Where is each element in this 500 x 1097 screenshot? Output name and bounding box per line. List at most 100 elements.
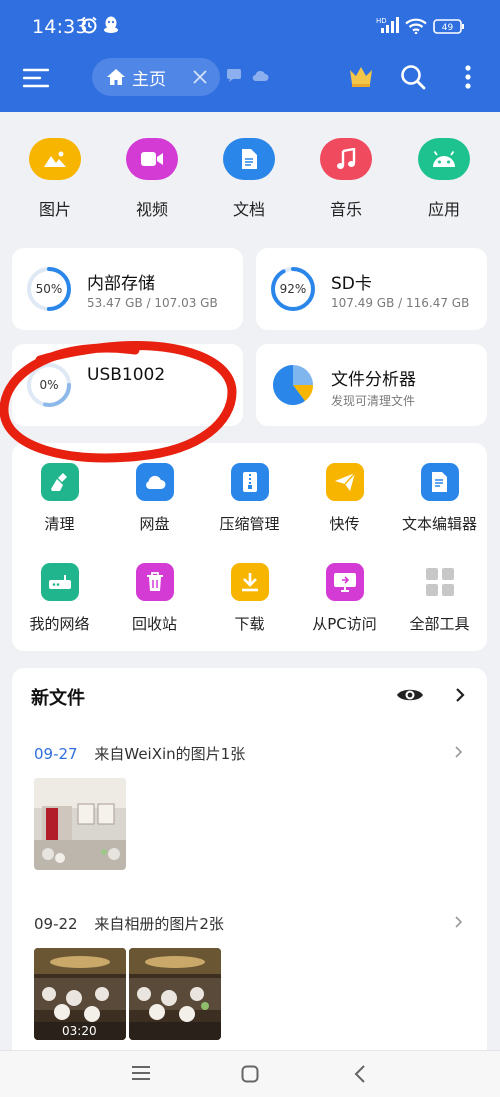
tool-label: 网盘 (139, 515, 170, 533)
group-date: 09-22 (34, 915, 78, 933)
internal-percent: 50% (35, 282, 63, 296)
search-icon[interactable] (400, 64, 426, 90)
trash-icon (135, 563, 174, 601)
music-icon (320, 138, 372, 180)
analyzer-title: 文件分析器 (331, 370, 416, 390)
sd-card-storage-card[interactable]: 92% SD卡 107.49 GB / 116.47 GB (256, 248, 487, 330)
video-duration: 03:20 (62, 1024, 97, 1038)
send-icon (325, 463, 364, 501)
more-vert-icon[interactable] (464, 64, 472, 90)
chevron-right-icon[interactable] (455, 916, 462, 928)
home-tab-label: 主页 (132, 69, 166, 90)
download-icon (230, 563, 269, 601)
group-source: 来自WeiXin的图片1张 (94, 745, 246, 763)
group-date: 09-27 (34, 745, 78, 763)
chat-icon[interactable] (226, 68, 242, 82)
alarm-icon (80, 16, 98, 34)
tool-label: 回收站 (131, 615, 177, 633)
group-source: 来自相册的图片2张 (94, 915, 224, 933)
category-music[interactable]: 音乐 (306, 138, 386, 220)
tool-cloud-drive[interactable]: 网盘 (107, 463, 202, 534)
category-label: 视频 (135, 200, 168, 219)
tool-quick-send[interactable]: 快传 (297, 463, 392, 534)
image-thumbnail[interactable] (129, 948, 221, 1040)
tool-label: 快传 (329, 515, 360, 533)
category-label: 图片 (38, 200, 71, 219)
tool-label: 下载 (234, 615, 265, 633)
usb-title: USB1002 (87, 365, 166, 385)
category-label: 文档 (232, 200, 265, 219)
tool-label: 压缩管理 (219, 515, 280, 533)
category-label: 应用 (427, 200, 460, 219)
internal-title: 内部存储 (87, 274, 155, 294)
battery-level: 49 (442, 23, 454, 33)
new-files-title: 新文件 (31, 688, 85, 709)
image-icon (29, 138, 81, 180)
eye-icon[interactable] (396, 686, 424, 704)
usb-storage-card[interactable]: 0% USB1002 (12, 344, 243, 426)
tool-pc-access[interactable]: 从PC访问 (297, 563, 392, 634)
tool-my-network[interactable]: 我的网络 (12, 563, 107, 634)
sd-title: SD卡 (331, 274, 372, 294)
home-nav-icon[interactable] (241, 1065, 259, 1083)
sd-percent: 92% (279, 282, 307, 296)
tool-clean[interactable]: 清理 (12, 463, 107, 534)
chevron-right-icon[interactable] (455, 746, 462, 758)
qq-icon (103, 16, 119, 34)
sd-detail: 107.49 GB / 116.47 GB (331, 296, 470, 310)
usb-percent: 0% (39, 378, 59, 392)
grid-icon (421, 563, 459, 601)
pie-chart-icon (273, 365, 313, 405)
category-videos[interactable]: 视频 (112, 138, 192, 220)
image-thumbnail[interactable] (34, 778, 126, 870)
top-header: 14:33 HD 49 主页 (0, 0, 500, 112)
category-documents[interactable]: 文档 (209, 138, 289, 220)
file-analyzer-card[interactable]: 文件分析器 发现可清理文件 (256, 344, 487, 426)
internal-storage-card[interactable]: 50% 内部存储 53.47 GB / 107.03 GB (12, 248, 243, 330)
tool-label: 清理 (44, 515, 75, 533)
signal-icon: HD (376, 16, 400, 34)
file-group-header[interactable]: 09-22 来自相册的图片2张 (34, 913, 224, 934)
crown-icon[interactable] (348, 64, 374, 88)
cloud-icon[interactable] (251, 68, 269, 82)
close-icon[interactable] (192, 69, 208, 85)
internal-detail: 53.47 GB / 107.03 GB (87, 296, 218, 310)
pc-access-icon (325, 563, 364, 601)
zip-icon (230, 463, 269, 501)
tool-download[interactable]: 下载 (202, 563, 297, 634)
home-icon (106, 68, 126, 86)
analyzer-detail: 发现可清理文件 (331, 394, 416, 408)
text-edit-icon (420, 463, 459, 501)
tool-text-editor[interactable]: 文本编辑器 (392, 463, 487, 534)
document-icon (223, 138, 275, 180)
tool-label: 从PC访问 (312, 615, 377, 633)
video-thumbnail[interactable]: 03:20 (34, 948, 126, 1040)
system-nav-bar (0, 1050, 500, 1097)
tool-all-tools[interactable]: 全部工具 (392, 563, 487, 634)
home-tab[interactable]: 主页 (92, 58, 220, 96)
wifi-icon (405, 18, 427, 34)
tool-label: 我的网络 (29, 615, 90, 633)
android-icon (418, 138, 470, 180)
file-group-header[interactable]: 09-27 来自WeiXin的图片1张 (34, 743, 245, 764)
tool-compress[interactable]: 压缩管理 (202, 463, 297, 534)
menu-icon[interactable] (22, 66, 50, 90)
hd-badge: HD (376, 17, 387, 25)
tool-label: 文本编辑器 (401, 515, 477, 533)
new-files-panel: 新文件 09-27 来自WeiXin的图片1张 09-22 来自相册的图片2张 (12, 668, 487, 1068)
category-images[interactable]: 图片 (15, 138, 95, 220)
app-bar: 主页 (0, 54, 500, 104)
network-icon (40, 563, 79, 601)
back-icon[interactable] (354, 1065, 366, 1083)
category-apps[interactable]: 应用 (404, 138, 484, 220)
battery-icon: 49 (433, 19, 465, 34)
category-label: 音乐 (329, 200, 362, 219)
cloud-drive-icon (135, 463, 174, 501)
chevron-right-icon[interactable] (455, 687, 465, 703)
tool-recycle-bin[interactable]: 回收站 (107, 563, 202, 634)
video-icon (126, 138, 178, 180)
status-bar: 14:33 HD 49 (0, 0, 500, 56)
tool-label: 全部工具 (409, 615, 470, 633)
tools-panel: 清理 网盘 压缩管理 快传 文本编辑器 我的网络 回收站 下载 从PC访问 全部… (12, 443, 487, 651)
recents-icon[interactable] (131, 1065, 151, 1081)
